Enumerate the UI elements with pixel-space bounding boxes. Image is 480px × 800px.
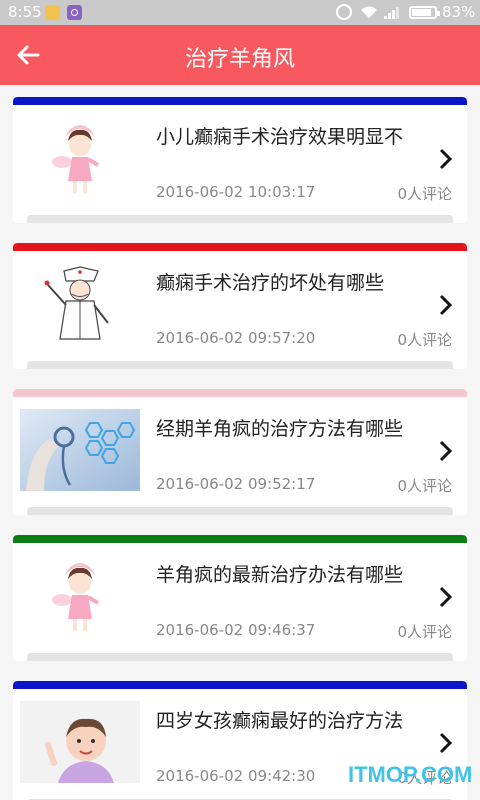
battery-icon [409, 6, 440, 19]
card-accent-bar [13, 243, 467, 251]
app-notification-icon [45, 5, 60, 20]
article-date: 2016-06-02 09:52:17 [156, 475, 316, 493]
status-time: 8:55 [8, 3, 42, 21]
nurse-thumbnail [20, 555, 140, 637]
article-date: 2016-06-02 10:03:17 [156, 183, 316, 201]
card-shadow [27, 653, 453, 661]
card-accent-bar [13, 389, 467, 397]
card-shadow [27, 215, 453, 223]
chevron-right-icon[interactable] [437, 147, 453, 171]
chevron-right-icon[interactable] [437, 293, 453, 317]
comment-count: 0人评论 [397, 185, 452, 203]
chevron-right-icon[interactable] [437, 585, 453, 609]
medical-hexagon-thumbnail [20, 409, 140, 491]
page-title: 治疗羊角风 [184, 47, 295, 72]
article-card[interactable]: 小儿癫痫手术治疗效果明显不 2016-06-02 10:03:17 0人评论 [13, 97, 467, 223]
card-accent-bar [13, 681, 467, 689]
article-title: 四岁女孩癫痫最好的治疗方法 [156, 710, 404, 732]
app-notification-icon [67, 5, 82, 20]
article-card[interactable]: 羊角疯的最新治疗办法有哪些 2016-06-02 09:46:37 0人评论 [13, 535, 467, 661]
card-shadow [27, 361, 453, 369]
status-bar: 8:55 83% [0, 0, 480, 25]
chevron-right-icon[interactable] [437, 731, 453, 755]
alarm-icon [336, 4, 352, 20]
wifi-icon [361, 6, 377, 18]
nurse-thumbnail [20, 117, 140, 199]
card-accent-bar [13, 535, 467, 543]
battery-percent: 83% [442, 3, 476, 21]
comment-count: 0人评论 [397, 477, 452, 495]
signal-icon [384, 7, 399, 19]
article-title: 小儿癫痫手术治疗效果明显不 [156, 126, 404, 148]
article-card[interactable]: 癫痫手术治疗的坏处有哪些 2016-06-02 09:57:20 0人评论 [13, 243, 467, 369]
article-date: 2016-06-02 09:42:30 [156, 767, 316, 785]
card-accent-bar [13, 97, 467, 105]
article-title: 经期羊角疯的治疗方法有哪些 [156, 418, 404, 440]
comment-count: 0人评论 [397, 331, 452, 349]
article-title: 羊角疯的最新治疗办法有哪些 [156, 564, 404, 586]
app-bar: 治疗羊角风 [0, 25, 480, 85]
chevron-right-icon[interactable] [437, 439, 453, 463]
article-date: 2016-06-02 09:57:20 [156, 329, 316, 347]
doctor-thumbnail [20, 263, 140, 345]
watermark: ITMOP.COM [348, 762, 473, 787]
child-thumbnail [20, 701, 140, 783]
article-date: 2016-06-02 09:46:37 [156, 621, 316, 639]
article-title: 癫痫手术治疗的坏处有哪些 [156, 272, 385, 294]
article-card[interactable]: 经期羊角疯的治疗方法有哪些 2016-06-02 09:52:17 0人评论 [13, 389, 467, 515]
comment-count: 0人评论 [397, 623, 452, 641]
card-shadow [27, 507, 453, 515]
